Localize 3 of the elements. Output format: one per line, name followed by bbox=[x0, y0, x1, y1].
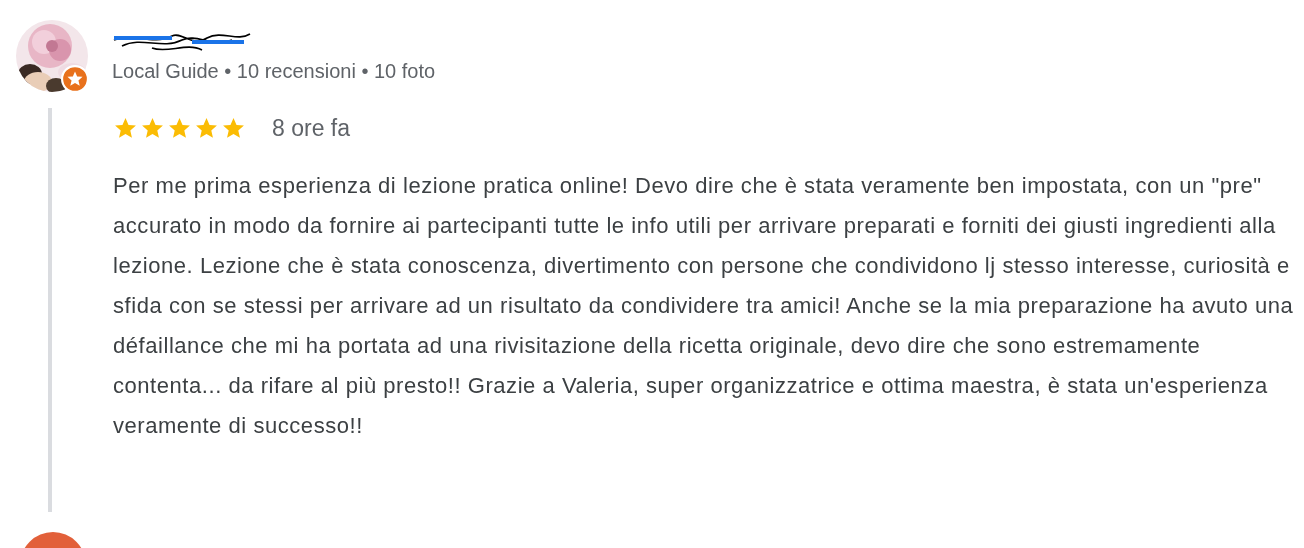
reviewer-meta: Local Guide • 10 recensioni • 10 foto bbox=[112, 60, 436, 83]
review-time: 8 ore fa bbox=[272, 114, 350, 142]
review-text: Per me prima esperienza di lezione pratica online! Devo dire che è stata veramente ben impostata, con un "pre" accurato in modo da fornire ai partecipanti tutte le info utili per arrivare preparati e forniti dei giusti ingredienti alla lezione. Lezione che è stata conoscenza, divertimento con persone che condividono lj stesso interesse, curiosità e sfida con se stessi per arrivare ad un risultato da condividere tra amici! Anche se la mia preparazione ha avuto una défaillance che mi ha portata ad una rivisitazione della ricetta originale, devo dire che sono estremamente contenta... da rifare al più presto!! Grazie a Valeria, super organizzatrice e ottima maestra, è stata un'esperienza veramente di successo!! bbox=[113, 172, 1295, 440]
